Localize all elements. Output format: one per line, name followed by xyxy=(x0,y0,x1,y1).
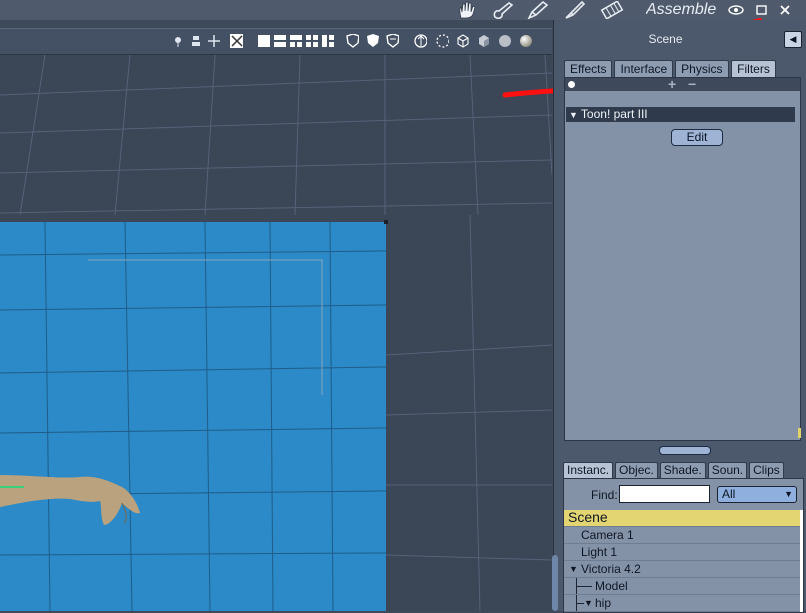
filter-slider[interactable]: + − xyxy=(565,76,800,92)
tree-item-label: hip xyxy=(595,596,612,610)
tree-item-camera[interactable]: Camera 1 xyxy=(564,527,800,544)
tree-item-model[interactable]: Model xyxy=(564,578,800,595)
tab-objects[interactable]: Objec. xyxy=(615,462,658,478)
remove-filter-button[interactable]: − xyxy=(688,76,696,92)
scene-tree-tabs: Instanc. Objec. Shade. Soun. Clips xyxy=(563,462,786,478)
tab-sounds[interactable]: Soun. xyxy=(707,462,748,478)
panel-splitter[interactable] xyxy=(659,446,711,455)
tree-item-light[interactable]: Light 1 xyxy=(564,544,800,561)
filter-select-value: All xyxy=(722,487,736,501)
tab-interface[interactable]: Interface xyxy=(614,60,674,77)
tree-item-label: Model xyxy=(595,579,628,593)
expand-triangle-icon[interactable]: ▼ xyxy=(569,561,578,577)
tree-item-scene[interactable]: Scene xyxy=(564,510,800,527)
tab-shaders[interactable]: Shade. xyxy=(659,462,706,478)
filters-panel: + − ▼ Toon! part III Edit xyxy=(564,76,801,441)
tree-item-label: Camera 1 xyxy=(581,528,634,542)
tab-filters[interactable]: Filters xyxy=(731,60,776,78)
edit-button[interactable]: Edit xyxy=(671,129,723,146)
tree-item-victoria[interactable]: ▼ Victoria 4.2 xyxy=(564,561,800,578)
scene-tabs: Effects Interface Physics Filters xyxy=(564,60,778,78)
tree-connector xyxy=(576,603,584,604)
expand-triangle-icon[interactable]: ▼ xyxy=(584,595,593,611)
tree-item-label: Light 1 xyxy=(581,545,618,559)
pin-icon[interactable]: ◀ xyxy=(784,31,802,48)
tree-scrollbar[interactable] xyxy=(800,510,803,612)
filter-header[interactable]: ▼ Toon! part III xyxy=(566,107,795,122)
chevron-down-icon: ▼ xyxy=(784,489,793,499)
side-panel-handle[interactable] xyxy=(552,555,558,611)
tab-clips[interactable]: Clips xyxy=(749,462,784,478)
scene-panel: Scene ◀ Effects Interface Physics Filter… xyxy=(553,20,806,613)
add-filter-button[interactable]: + xyxy=(668,76,676,92)
slider-handle[interactable] xyxy=(568,81,575,88)
tree-item-hip[interactable]: ▼ hip xyxy=(564,595,800,612)
expand-triangle-icon: ▼ xyxy=(569,110,578,120)
filter-select[interactable]: All ▼ xyxy=(717,486,797,503)
tree-item-label: Victoria 4.2 xyxy=(581,562,641,576)
filter-name: Toon! part III xyxy=(580,107,648,121)
scene-tree: Scene Camera 1 Light 1 ▼ Victoria 4.2 Mod… xyxy=(564,510,800,612)
scrollbar-thumb[interactable] xyxy=(798,428,801,438)
tab-physics[interactable]: Physics xyxy=(675,60,730,77)
tab-instances[interactable]: Instanc. xyxy=(563,462,614,478)
panel-title: Scene xyxy=(648,32,683,46)
find-input[interactable] xyxy=(619,485,710,503)
scene-tree-panel: Find: All ▼ Scene Camera 1 Light 1 ▼ Vict… xyxy=(563,478,804,613)
tree-connector xyxy=(576,586,592,587)
tab-effects[interactable]: Effects xyxy=(564,60,613,77)
find-label: Find: xyxy=(591,488,618,502)
